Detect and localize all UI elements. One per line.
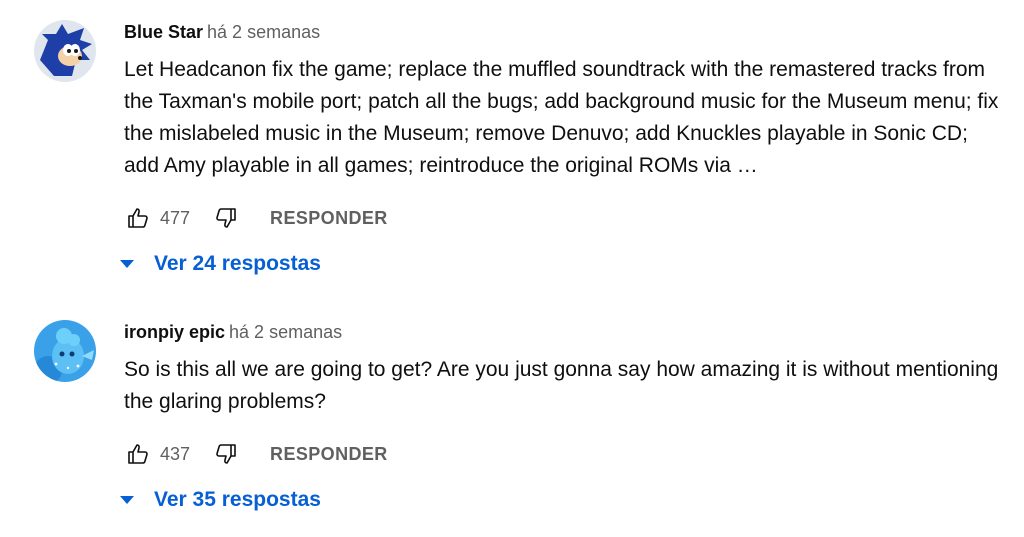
reply-button[interactable]: RESPONDER	[270, 444, 388, 465]
comment-time[interactable]: há 2 semanas	[229, 322, 342, 342]
caret-down-icon	[120, 495, 134, 505]
thumbs-down-icon	[216, 208, 236, 228]
avatar[interactable]	[34, 20, 96, 82]
view-replies-label: Ver 35 respostas	[154, 488, 321, 511]
reply-button[interactable]: RESPONDER	[270, 208, 388, 229]
comment-body: ironpiy epic há 2 semanas So is this all …	[120, 320, 1004, 518]
comment-actions: 477 RESPONDER	[124, 200, 1004, 236]
comment-actions: 437 RESPONDER	[124, 436, 1004, 472]
comment-time[interactable]: há 2 semanas	[207, 22, 320, 42]
like-button[interactable]	[124, 204, 152, 232]
dislike-button[interactable]	[212, 204, 240, 232]
blue-creature-avatar-icon	[34, 320, 96, 382]
view-replies-label: Ver 24 respostas	[154, 252, 321, 275]
comment-text: So is this all we are going to get? Are …	[124, 358, 999, 413]
like-count: 477	[160, 207, 191, 228]
comment-header: Blue Star há 2 semanas	[124, 20, 1004, 44]
like-count: 437	[160, 443, 191, 464]
avatar[interactable]	[34, 320, 96, 382]
like-button[interactable]	[124, 440, 152, 468]
thumbs-down-icon	[216, 444, 236, 464]
caret-down-icon	[120, 259, 134, 269]
view-replies-button[interactable]: Ver 35 respostas	[120, 482, 1004, 518]
thumbs-up-icon	[128, 444, 148, 464]
thumbs-up-icon	[128, 208, 148, 228]
author-name[interactable]: Blue Star	[124, 22, 203, 42]
author-name[interactable]: ironpiy epic	[124, 322, 225, 342]
dislike-button[interactable]	[212, 440, 240, 468]
comment-text: Let Headcanon fix the game; replace the …	[124, 58, 999, 177]
comment-header: ironpiy epic há 2 semanas	[124, 320, 1004, 344]
sonic-avatar-icon	[34, 20, 96, 82]
comment-body: Blue Star há 2 semanas Let Headcanon fix …	[120, 20, 1004, 282]
view-replies-button[interactable]: Ver 24 respostas	[120, 246, 1004, 282]
